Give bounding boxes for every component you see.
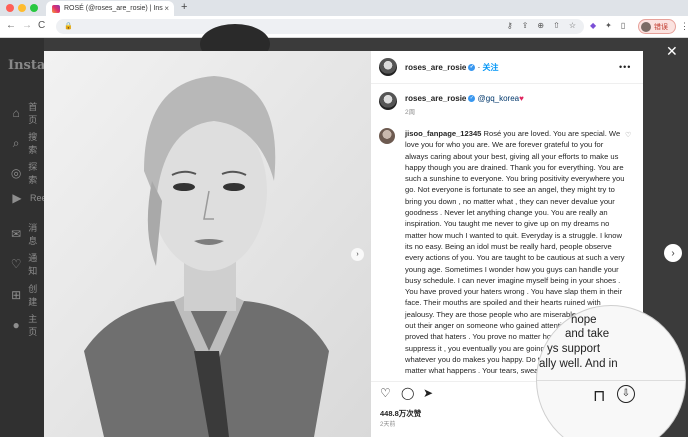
new-tab-button[interactable]: + bbox=[181, 1, 187, 13]
instagram-sidebar: Instag ⌂ 首页 ⌕ 搜索 ◎ 探索 ▶ Reels ✉ 消息 ♡ 通知 ⊞ 创建 ● 主… bbox=[0, 38, 54, 437]
zoom-icon[interactable]: ⊕ bbox=[537, 21, 544, 30]
sidebar-item-label: 创建 bbox=[28, 284, 38, 307]
caption-mention-link[interactable]: @gq_korea bbox=[478, 94, 519, 103]
magnified-text: and take bbox=[565, 328, 610, 340]
sidebar-item-label: 通知 bbox=[28, 253, 38, 276]
extension-icon[interactable]: ◆ bbox=[590, 21, 596, 30]
sidebar-item-label: 搜索 bbox=[28, 132, 38, 155]
photo-next-button[interactable]: › bbox=[351, 248, 364, 261]
lock-icon: 🔒 bbox=[64, 23, 73, 30]
reels-icon: ▶ bbox=[12, 191, 22, 205]
instagram-favicon-icon bbox=[52, 4, 60, 13]
search-icon: ⌕ bbox=[12, 135, 20, 150]
magnified-text: hope bbox=[571, 314, 597, 326]
plus-square-icon: ⊞ bbox=[11, 288, 22, 302]
address-bar[interactable]: 🔒 ⚷ ⇪ ⊕ ⇧ ☆ bbox=[56, 19, 584, 34]
close-window-button[interactable] bbox=[6, 4, 14, 12]
comment-like-icon[interactable]: ♡ bbox=[625, 131, 631, 139]
comment-author[interactable]: jisoo_fanpage_12345 bbox=[405, 129, 481, 138]
caption-avatar[interactable] bbox=[379, 92, 397, 110]
verified-badge-icon: ✓ bbox=[468, 95, 476, 103]
magnified-text: ys support bbox=[547, 343, 601, 355]
comment-icon[interactable]: ◯ bbox=[401, 386, 414, 400]
sidebar-item-search[interactable]: ⌕ 搜索 bbox=[10, 130, 44, 156]
sidebar-item-explore[interactable]: ◎ 探索 bbox=[10, 160, 44, 186]
forward-icon[interactable]: → bbox=[22, 20, 32, 31]
post-header: roses_are_rosie ✓ · 关注 ••• bbox=[371, 51, 643, 84]
side-panel-icon[interactable]: ▯ bbox=[621, 21, 625, 30]
author-avatar[interactable] bbox=[379, 58, 397, 76]
likes-count[interactable]: 448.8万次赞 bbox=[380, 408, 421, 419]
follow-button[interactable]: 关注 bbox=[483, 63, 499, 72]
bookmark-star-icon[interactable]: ☆ bbox=[569, 21, 576, 30]
author-username-text: roses_are_rosie bbox=[405, 63, 467, 72]
post-photo[interactable] bbox=[44, 51, 371, 437]
red-heart-icon: ♥ bbox=[519, 94, 524, 103]
magnified-divider bbox=[537, 380, 685, 381]
reload-icon[interactable]: C bbox=[38, 20, 45, 31]
caption-author[interactable]: roses_are_rosie bbox=[405, 94, 466, 103]
profile-avatar bbox=[641, 21, 651, 32]
tab-title: ROSÉ (@roses_are_rosie) | Ins bbox=[64, 5, 163, 12]
translate-icon[interactable]: ⇪ bbox=[522, 21, 529, 30]
commenter-avatar[interactable] bbox=[379, 128, 395, 144]
share-page-icon[interactable]: ⇧ bbox=[553, 21, 560, 30]
download-icon[interactable]: ⇩ bbox=[617, 385, 635, 403]
browser-toolbar: ← → C 🔒 ⚷ ⇪ ⊕ ⇧ ☆ ◆ ✦ ▯ 错误 ⋮ bbox=[0, 16, 688, 38]
compass-icon: ◎ bbox=[10, 166, 22, 180]
heart-icon: ♡ bbox=[10, 257, 22, 271]
sidebar-item-profile[interactable]: ● 主页 bbox=[10, 312, 44, 338]
back-icon[interactable]: ← bbox=[6, 20, 16, 31]
share-icon[interactable]: ➤ bbox=[423, 386, 433, 400]
profile-icon: ● bbox=[12, 318, 20, 332]
messenger-icon: ✉ bbox=[11, 227, 22, 241]
extensions-puzzle-icon[interactable]: ✦ bbox=[605, 21, 612, 30]
portrait-photo-image bbox=[44, 51, 371, 437]
sidebar-item-label: 探索 bbox=[28, 162, 38, 185]
sidebar-item-label: 主页 bbox=[28, 314, 38, 337]
sidebar-item-messages[interactable]: ✉ 消息 bbox=[10, 221, 44, 247]
author-username[interactable]: roses_are_rosie ✓ · 关注 bbox=[405, 62, 499, 73]
caption: roses_are_rosie ✓ @gq_korea♥ bbox=[405, 94, 524, 103]
separator-dot: · bbox=[477, 63, 481, 72]
save-icon[interactable]: ⊓ bbox=[593, 386, 605, 406]
post-time: 2天前 bbox=[380, 422, 396, 428]
browser-menu-icon[interactable]: ⋮ bbox=[680, 21, 688, 32]
tab-close-icon[interactable]: × bbox=[164, 4, 169, 13]
active-tab[interactable]: ROSÉ (@roses_are_rosie) | Ins × bbox=[46, 1, 174, 16]
sidebar-item-label: 消息 bbox=[28, 223, 38, 246]
next-post-button[interactable]: › bbox=[664, 244, 682, 262]
home-icon: ⌂ bbox=[12, 106, 20, 120]
minimize-window-button[interactable] bbox=[18, 4, 26, 12]
sidebar-item-create[interactable]: ⊞ 创建 bbox=[10, 282, 44, 308]
password-key-icon[interactable]: ⚷ bbox=[507, 21, 513, 30]
sidebar-item-home[interactable]: ⌂ 首页 bbox=[10, 100, 44, 126]
caption-time: 2周 bbox=[405, 109, 416, 116]
maximize-window-button[interactable] bbox=[30, 4, 38, 12]
browser-tab-bar: ROSÉ (@roses_are_rosie) | Ins × + bbox=[0, 0, 688, 16]
sidebar-item-notifications[interactable]: ♡ 通知 bbox=[10, 251, 44, 277]
magnified-text: ally well. And in bbox=[539, 358, 618, 370]
verified-badge-icon: ✓ bbox=[468, 64, 476, 72]
sidebar-item-label: 首页 bbox=[28, 102, 38, 125]
more-options-icon[interactable]: ••• bbox=[619, 62, 631, 72]
profile-error-label: 错误 bbox=[654, 23, 668, 31]
close-icon[interactable]: ✕ bbox=[666, 43, 678, 60]
profile-error-button[interactable]: 错误 bbox=[638, 19, 676, 34]
like-icon[interactable]: ♡ bbox=[380, 386, 391, 400]
